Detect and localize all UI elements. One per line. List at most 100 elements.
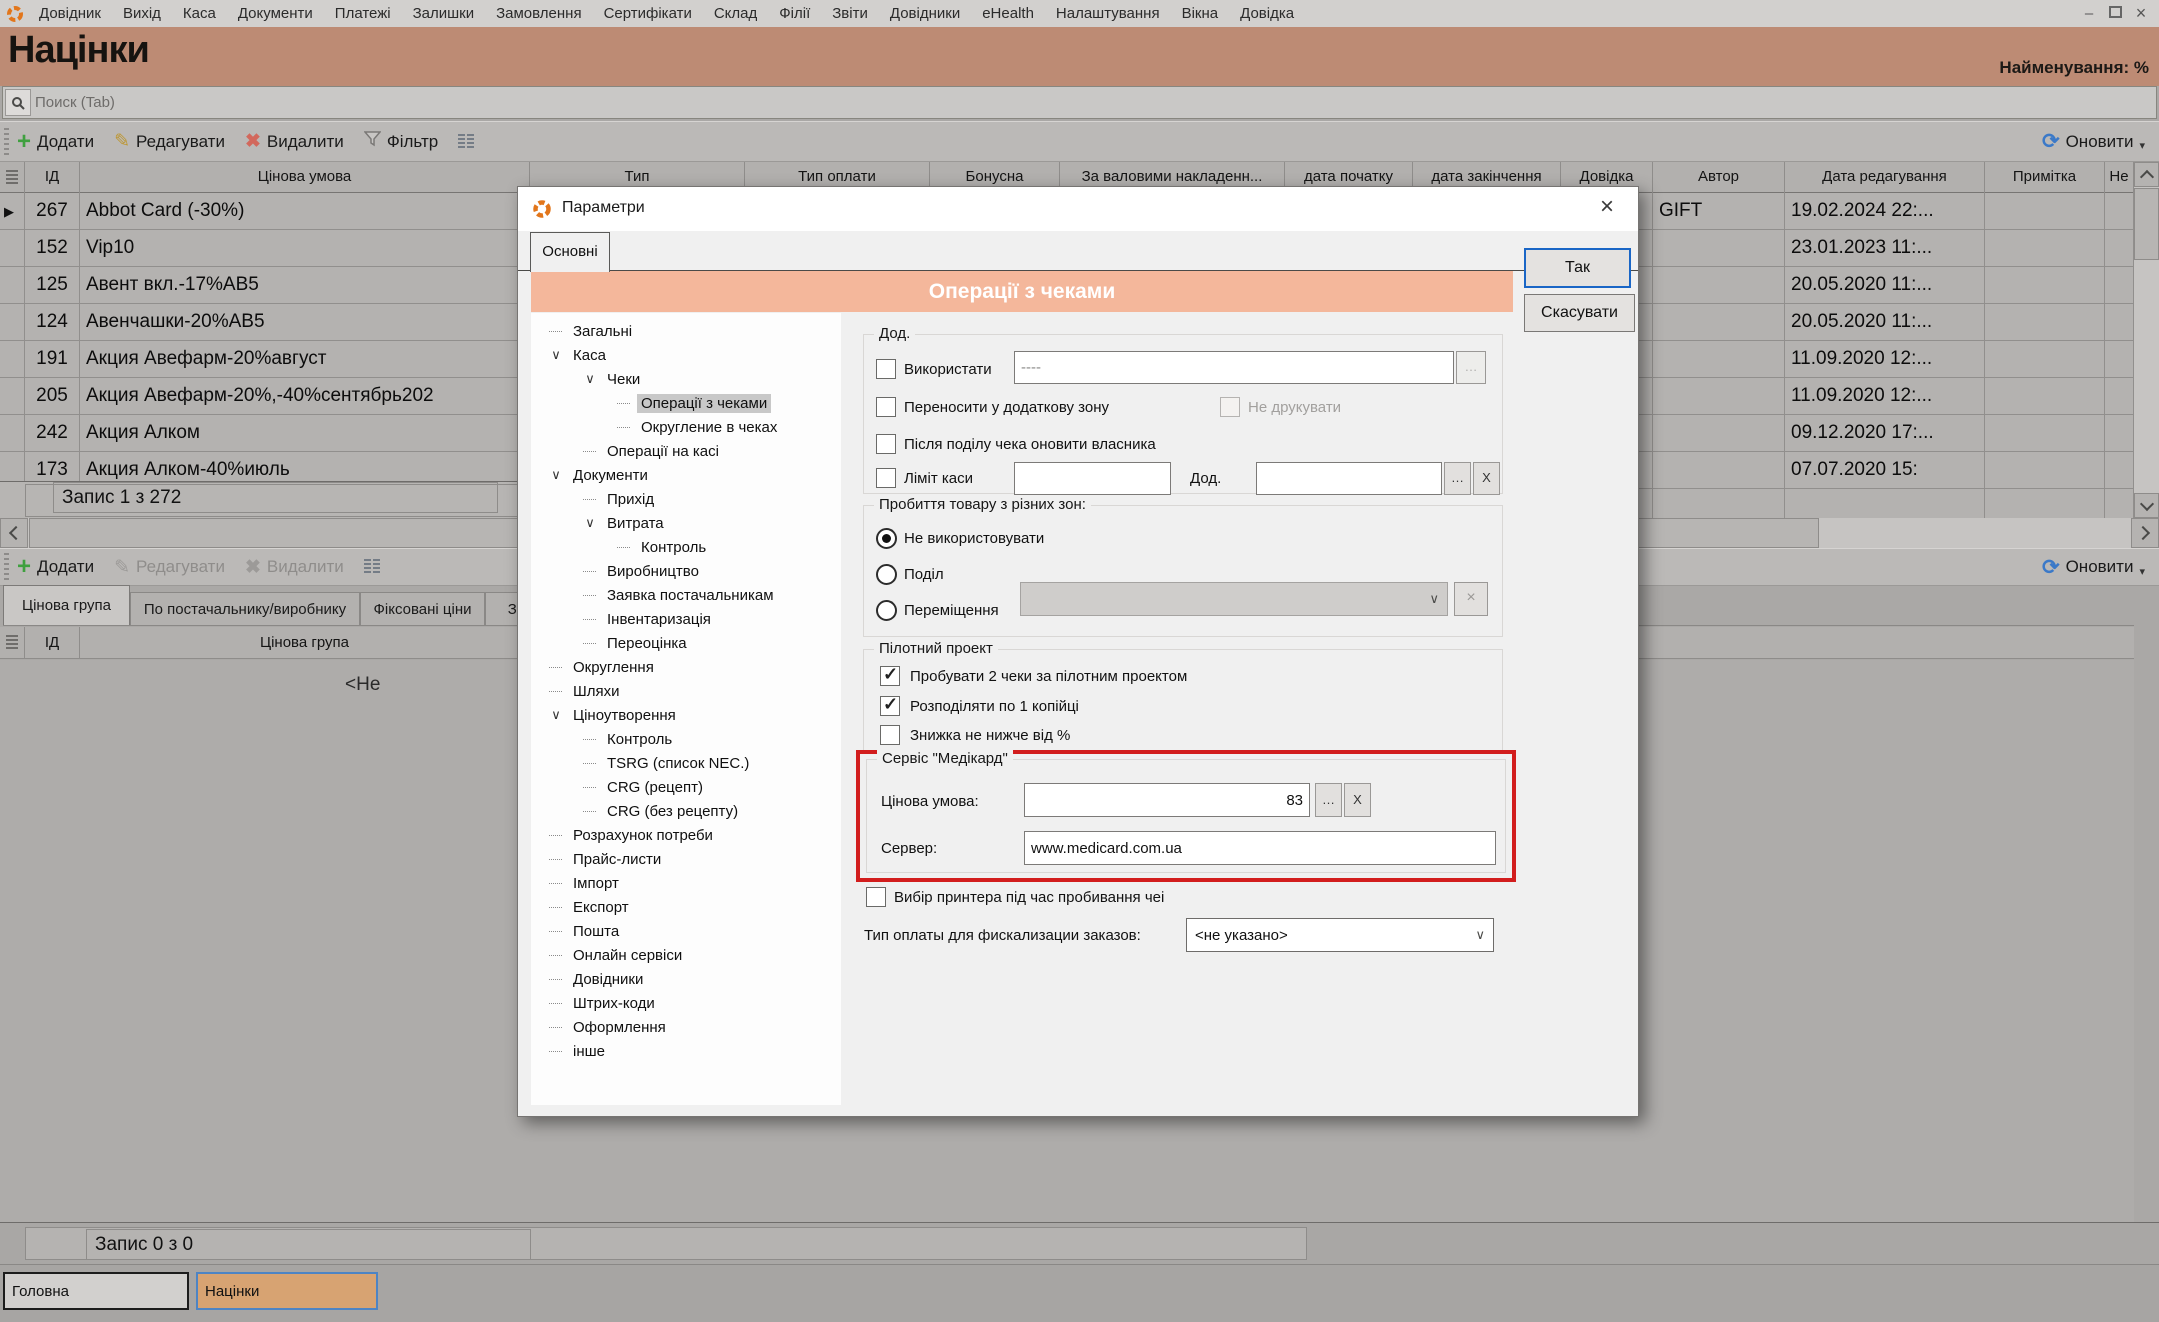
lower-columns-button[interactable]: [364, 559, 382, 575]
tree-item[interactable]: ∨Ціноутворення: [531, 703, 841, 727]
tree-item[interactable]: CRG (без рецепту): [531, 799, 841, 823]
tree-item[interactable]: Загальні: [531, 319, 841, 343]
tree-item[interactable]: Розрахунок потреби: [531, 823, 841, 847]
tree-item[interactable]: ∨Витрата: [531, 511, 841, 535]
tree-item[interactable]: ∨Документи: [531, 463, 841, 487]
tree-item[interactable]: Шляхи: [531, 679, 841, 703]
lower-tab[interactable]: Цінова група: [3, 585, 130, 625]
filter-button[interactable]: Фільтр: [364, 131, 438, 152]
taskbar-tab[interactable]: Головна: [3, 1272, 189, 1310]
close-button[interactable]: ×: [2129, 3, 2153, 24]
printer-select-checkbox[interactable]: [866, 887, 886, 907]
scroll-thumb[interactable]: [2134, 188, 2159, 260]
dod2-clear-button[interactable]: X: [1473, 462, 1500, 495]
price-clear-button[interactable]: X: [1344, 783, 1371, 817]
tree-expand-icon[interactable]: ∨: [549, 467, 563, 483]
tree-item[interactable]: Онлайн сервіси: [531, 943, 841, 967]
tree-expand-icon[interactable]: ∨: [549, 707, 563, 723]
column-header[interactable]: ІД: [25, 627, 80, 659]
tree-item[interactable]: Виробництво: [531, 559, 841, 583]
scroll-right-button[interactable]: [2131, 518, 2159, 548]
tree-item[interactable]: Штрих-коди: [531, 991, 841, 1015]
menu-item[interactable]: Довідник: [28, 0, 112, 27]
tree-item[interactable]: Контроль: [531, 535, 841, 559]
menu-item[interactable]: Сертифікати: [593, 0, 703, 27]
search-input[interactable]: [33, 93, 2156, 112]
tree-item[interactable]: ∨Каса: [531, 343, 841, 367]
scroll-left-button[interactable]: [0, 518, 28, 548]
scroll-up-button[interactable]: [2134, 162, 2159, 187]
menu-item[interactable]: Замовлення: [485, 0, 592, 27]
zone-radio[interactable]: [876, 564, 897, 585]
column-header[interactable]: Примітка: [1985, 162, 2105, 193]
column-header[interactable]: Цінова умова: [80, 162, 530, 193]
minimize-button[interactable]: –: [2077, 3, 2101, 24]
tree-item[interactable]: Інвентаризація: [531, 607, 841, 631]
tree-item[interactable]: Контроль: [531, 727, 841, 751]
menu-item[interactable]: Довідка: [1229, 0, 1305, 27]
toolbar-grip[interactable]: [4, 553, 9, 581]
columns-button[interactable]: [458, 134, 476, 150]
use-checkbox[interactable]: [876, 359, 896, 379]
column-header[interactable]: Дата редагування: [1785, 162, 1985, 193]
lower-edit-button[interactable]: ✎Редагувати: [114, 556, 225, 579]
tree-item[interactable]: Пошта: [531, 919, 841, 943]
menu-item[interactable]: Каса: [172, 0, 227, 27]
toolbar-grip[interactable]: [4, 128, 9, 156]
server-input[interactable]: [1024, 831, 1496, 865]
tree-item[interactable]: Операції на касі: [531, 439, 841, 463]
move-zone-checkbox[interactable]: [876, 397, 896, 417]
zone-radio[interactable]: [876, 600, 897, 621]
tree-item[interactable]: TSRG (список NEC.): [531, 751, 841, 775]
menu-item[interactable]: Довідники: [879, 0, 971, 27]
lower-refresh-button[interactable]: ⟳Оновити▾: [2042, 555, 2145, 580]
after-split-checkbox[interactable]: [876, 434, 896, 454]
menu-item[interactable]: Звіти: [821, 0, 879, 27]
ok-button[interactable]: Так: [1524, 248, 1631, 288]
use-value-input[interactable]: [1014, 351, 1454, 384]
cancel-button[interactable]: Скасувати: [1524, 294, 1635, 332]
pilot-checkbox[interactable]: [880, 725, 900, 745]
cash-limit-input[interactable]: [1014, 462, 1171, 495]
pilot-checkbox[interactable]: [880, 696, 900, 716]
tree-expand-icon[interactable]: ∨: [583, 371, 597, 387]
pilot-checkbox[interactable]: [880, 666, 900, 686]
delete-button[interactable]: ✖Видалити: [245, 130, 344, 153]
dialog-titlebar[interactable]: Параметри ×: [518, 187, 1638, 231]
v-scrollbar[interactable]: [2134, 162, 2159, 518]
tree-expand-icon[interactable]: ∨: [549, 347, 563, 363]
tree-item[interactable]: Переоцінка: [531, 631, 841, 655]
refresh-button[interactable]: ⟳Оновити▾: [2042, 129, 2145, 154]
menu-item[interactable]: Документи: [227, 0, 324, 27]
taskbar-tab[interactable]: Націнки: [196, 1272, 378, 1310]
use-browse-button[interactable]: …: [1456, 351, 1486, 384]
dialog-close-button[interactable]: ×: [1590, 191, 1624, 223]
price-condition-input[interactable]: [1024, 783, 1310, 817]
tree-item[interactable]: ∨Чеки: [531, 367, 841, 391]
menu-item[interactable]: Вихід: [112, 0, 172, 27]
tree-item[interactable]: Заявка постачальникам: [531, 583, 841, 607]
column-header[interactable]: Не: [2105, 162, 2134, 193]
tree-item[interactable]: Прайс-листи: [531, 847, 841, 871]
lower-tab[interactable]: Фіксовані ціни: [360, 592, 485, 625]
fiscal-payment-combo[interactable]: <не указано> ∨: [1186, 918, 1494, 952]
dod2-input[interactable]: [1256, 462, 1442, 495]
dod2-browse-button[interactable]: …: [1444, 462, 1471, 495]
tree-item[interactable]: Експорт: [531, 895, 841, 919]
menu-item[interactable]: Налаштування: [1045, 0, 1171, 27]
column-header[interactable]: Цінова група: [80, 627, 530, 659]
cash-limit-checkbox[interactable]: [876, 468, 896, 488]
tree-item[interactable]: CRG (рецепт): [531, 775, 841, 799]
menu-item[interactable]: Склад: [703, 0, 768, 27]
tree-item[interactable]: Імпорт: [531, 871, 841, 895]
restore-button[interactable]: [2103, 3, 2127, 24]
zone-radio[interactable]: [876, 528, 897, 549]
add-button[interactable]: +Додати: [17, 132, 94, 152]
tree-item[interactable]: Прихід: [531, 487, 841, 511]
scroll-down-button[interactable]: [2134, 493, 2159, 518]
tree-item[interactable]: Округление в чеках: [531, 415, 841, 439]
tree-item[interactable]: Операції з чеками: [531, 391, 841, 415]
price-browse-button[interactable]: …: [1315, 783, 1342, 817]
tree-expand-icon[interactable]: ∨: [583, 515, 597, 531]
tab-main[interactable]: Основні: [530, 232, 610, 272]
